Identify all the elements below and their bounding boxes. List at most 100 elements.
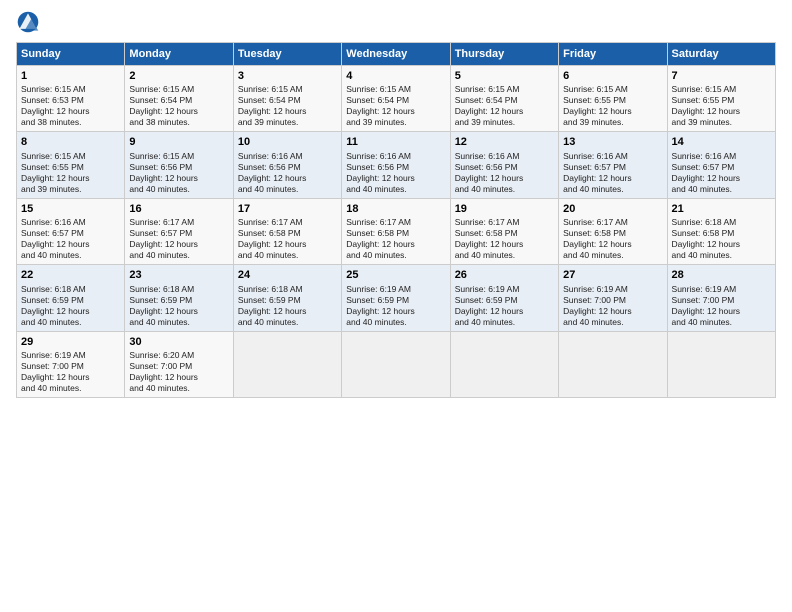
day-info: Sunrise: 6:15 AM Sunset: 6:54 PM Dayligh… — [346, 84, 445, 128]
table-row: 17Sunrise: 6:17 AM Sunset: 6:58 PM Dayli… — [233, 198, 341, 264]
table-row: 16Sunrise: 6:17 AM Sunset: 6:57 PM Dayli… — [125, 198, 233, 264]
table-row — [667, 331, 775, 397]
day-info: Sunrise: 6:17 AM Sunset: 6:58 PM Dayligh… — [346, 217, 445, 261]
day-info: Sunrise: 6:16 AM Sunset: 6:57 PM Dayligh… — [21, 217, 120, 261]
day-info: Sunrise: 6:19 AM Sunset: 7:00 PM Dayligh… — [563, 284, 662, 328]
table-row: 28 Sunrise: 6:19 AM Sunset: 7:00 PM Dayli… — [667, 265, 775, 331]
day-info: Sunrise: 6:18 AM Sunset: 6:59 PM Dayligh… — [238, 284, 337, 328]
day-info: Sunrise: 6:15 AM Sunset: 6:54 PM Dayligh… — [238, 84, 337, 128]
table-row: 5Sunrise: 6:15 AM Sunset: 6:54 PM Daylig… — [450, 66, 558, 132]
day-info: Sunrise: 6:19 AM Sunset: 7:00 PM Dayligh… — [672, 284, 771, 328]
day-number: 22 — [21, 268, 120, 282]
table-row: 20Sunrise: 6:17 AM Sunset: 6:58 PM Dayli… — [559, 198, 667, 264]
day-info: Sunrise: 6:18 AM Sunset: 6:58 PM Dayligh… — [672, 217, 771, 261]
day-info: Sunrise: 6:16 AM Sunset: 6:56 PM Dayligh… — [455, 151, 554, 195]
day-info: Sunrise: 6:16 AM Sunset: 6:57 PM Dayligh… — [563, 151, 662, 195]
day-info: Sunrise: 6:16 AM Sunset: 6:57 PM Dayligh… — [672, 151, 771, 195]
day-info: Sunrise: 6:16 AM Sunset: 6:56 PM Dayligh… — [238, 151, 337, 195]
day-info: Sunrise: 6:17 AM Sunset: 6:58 PM Dayligh… — [238, 217, 337, 261]
day-number: 4 — [346, 69, 445, 83]
table-row: 8 Sunrise: 6:15 AM Sunset: 6:55 PM Daylig… — [17, 132, 125, 198]
table-row: 15Sunrise: 6:16 AM Sunset: 6:57 PM Dayli… — [17, 198, 125, 264]
table-row — [450, 331, 558, 397]
table-row: 7Sunrise: 6:15 AM Sunset: 6:55 PM Daylig… — [667, 66, 775, 132]
table-row: 12 Sunrise: 6:16 AM Sunset: 6:56 PM Dayli… — [450, 132, 558, 198]
table-row: 6Sunrise: 6:15 AM Sunset: 6:55 PM Daylig… — [559, 66, 667, 132]
table-row: 27 Sunrise: 6:19 AM Sunset: 7:00 PM Dayli… — [559, 265, 667, 331]
table-row: 11 Sunrise: 6:16 AM Sunset: 6:56 PM Dayli… — [342, 132, 450, 198]
table-row: 3Sunrise: 6:15 AM Sunset: 6:54 PM Daylig… — [233, 66, 341, 132]
day-number: 24 — [238, 268, 337, 282]
col-header-sunday: Sunday — [17, 43, 125, 66]
day-info: Sunrise: 6:19 AM Sunset: 7:00 PM Dayligh… — [21, 350, 120, 394]
day-number: 21 — [672, 202, 771, 216]
day-number: 13 — [563, 135, 662, 149]
day-info: Sunrise: 6:15 AM Sunset: 6:55 PM Dayligh… — [563, 84, 662, 128]
day-number: 12 — [455, 135, 554, 149]
day-number: 3 — [238, 69, 337, 83]
col-header-friday: Friday — [559, 43, 667, 66]
table-row: 1Sunrise: 6:15 AM Sunset: 6:53 PM Daylig… — [17, 66, 125, 132]
col-header-wednesday: Wednesday — [342, 43, 450, 66]
day-number: 30 — [129, 335, 228, 349]
day-number: 7 — [672, 69, 771, 83]
day-info: Sunrise: 6:15 AM Sunset: 6:54 PM Dayligh… — [455, 84, 554, 128]
col-header-monday: Monday — [125, 43, 233, 66]
table-row: 29Sunrise: 6:19 AM Sunset: 7:00 PM Dayli… — [17, 331, 125, 397]
day-info: Sunrise: 6:19 AM Sunset: 6:59 PM Dayligh… — [455, 284, 554, 328]
day-info: Sunrise: 6:15 AM Sunset: 6:54 PM Dayligh… — [129, 84, 228, 128]
day-number: 19 — [455, 202, 554, 216]
table-row: 24 Sunrise: 6:18 AM Sunset: 6:59 PM Dayli… — [233, 265, 341, 331]
day-number: 20 — [563, 202, 662, 216]
day-number: 8 — [21, 135, 120, 149]
col-header-saturday: Saturday — [667, 43, 775, 66]
day-number: 5 — [455, 69, 554, 83]
day-number: 27 — [563, 268, 662, 282]
day-number: 28 — [672, 268, 771, 282]
day-number: 18 — [346, 202, 445, 216]
col-header-thursday: Thursday — [450, 43, 558, 66]
table-row: 13 Sunrise: 6:16 AM Sunset: 6:57 PM Dayli… — [559, 132, 667, 198]
logo-icon — [16, 10, 40, 34]
day-number: 2 — [129, 69, 228, 83]
day-info: Sunrise: 6:18 AM Sunset: 6:59 PM Dayligh… — [129, 284, 228, 328]
logo — [16, 10, 44, 34]
table-row: 22 Sunrise: 6:18 AM Sunset: 6:59 PM Dayli… — [17, 265, 125, 331]
day-info: Sunrise: 6:17 AM Sunset: 6:57 PM Dayligh… — [129, 217, 228, 261]
table-row: 14 Sunrise: 6:16 AM Sunset: 6:57 PM Dayli… — [667, 132, 775, 198]
table-row: 9 Sunrise: 6:15 AM Sunset: 6:56 PM Daylig… — [125, 132, 233, 198]
day-number: 25 — [346, 268, 445, 282]
day-number: 15 — [21, 202, 120, 216]
day-info: Sunrise: 6:19 AM Sunset: 6:59 PM Dayligh… — [346, 284, 445, 328]
day-number: 29 — [21, 335, 120, 349]
table-row: 2Sunrise: 6:15 AM Sunset: 6:54 PM Daylig… — [125, 66, 233, 132]
day-number: 6 — [563, 69, 662, 83]
col-header-tuesday: Tuesday — [233, 43, 341, 66]
table-row: 26 Sunrise: 6:19 AM Sunset: 6:59 PM Dayli… — [450, 265, 558, 331]
day-number: 23 — [129, 268, 228, 282]
day-number: 26 — [455, 268, 554, 282]
table-row: 21Sunrise: 6:18 AM Sunset: 6:58 PM Dayli… — [667, 198, 775, 264]
day-number: 10 — [238, 135, 337, 149]
table-row: 4Sunrise: 6:15 AM Sunset: 6:54 PM Daylig… — [342, 66, 450, 132]
day-info: Sunrise: 6:15 AM Sunset: 6:55 PM Dayligh… — [672, 84, 771, 128]
day-number: 16 — [129, 202, 228, 216]
day-info: Sunrise: 6:16 AM Sunset: 6:56 PM Dayligh… — [346, 151, 445, 195]
calendar-table: SundayMondayTuesdayWednesdayThursdayFrid… — [16, 42, 776, 398]
day-number: 9 — [129, 135, 228, 149]
day-info: Sunrise: 6:17 AM Sunset: 6:58 PM Dayligh… — [455, 217, 554, 261]
day-info: Sunrise: 6:15 AM Sunset: 6:56 PM Dayligh… — [129, 151, 228, 195]
table-row — [342, 331, 450, 397]
day-info: Sunrise: 6:15 AM Sunset: 6:55 PM Dayligh… — [21, 151, 120, 195]
table-row: 25 Sunrise: 6:19 AM Sunset: 6:59 PM Dayli… — [342, 265, 450, 331]
table-row: 18Sunrise: 6:17 AM Sunset: 6:58 PM Dayli… — [342, 198, 450, 264]
day-number: 17 — [238, 202, 337, 216]
table-row — [559, 331, 667, 397]
day-info: Sunrise: 6:18 AM Sunset: 6:59 PM Dayligh… — [21, 284, 120, 328]
day-number: 1 — [21, 69, 120, 83]
day-number: 14 — [672, 135, 771, 149]
day-info: Sunrise: 6:20 AM Sunset: 7:00 PM Dayligh… — [129, 350, 228, 394]
table-row: 19Sunrise: 6:17 AM Sunset: 6:58 PM Dayli… — [450, 198, 558, 264]
day-number: 11 — [346, 135, 445, 149]
page-header — [16, 10, 776, 34]
